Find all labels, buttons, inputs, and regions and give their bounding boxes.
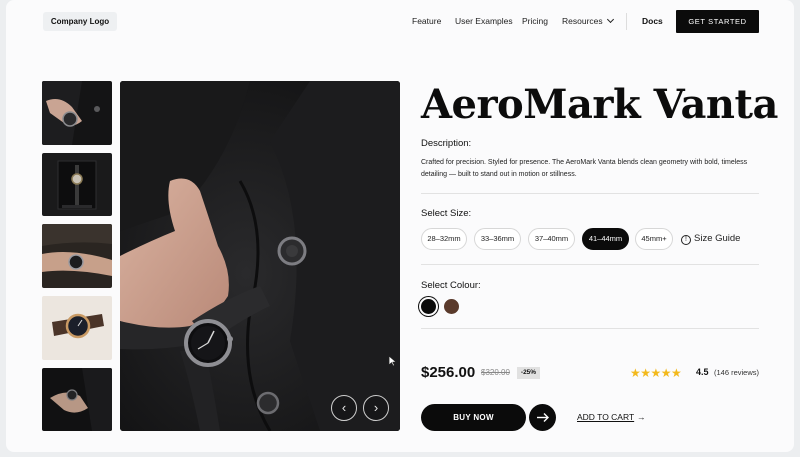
thumbnail-image-1: [42, 81, 112, 145]
mouse-cursor-icon: [388, 355, 397, 367]
description-label: Description:: [421, 138, 472, 149]
gallery-prev-button[interactable]: ‹: [331, 395, 357, 421]
size-guide-link[interactable]: ! Size Guide: [681, 233, 740, 245]
nav-link-resources[interactable]: Resources: [562, 15, 614, 27]
product-price: $256.00: [421, 364, 476, 381]
arrow-right-icon: [537, 413, 549, 422]
buy-now-button[interactable]: BUY NOW: [421, 404, 526, 431]
discount-badge: -25%: [517, 367, 540, 379]
get-started-button[interactable]: GET STARTED: [676, 10, 759, 33]
divider: [421, 193, 759, 194]
gallery-thumbnail-2[interactable]: [42, 153, 112, 216]
divider: [421, 328, 759, 329]
nav-link-docs[interactable]: Docs: [642, 16, 663, 27]
gallery-thumbnail-1[interactable]: [42, 81, 112, 145]
size-option-45-plus[interactable]: 45mm+: [635, 228, 673, 250]
thumbnail-image-2: [42, 153, 112, 216]
gallery-thumbnail-3[interactable]: [42, 224, 112, 288]
add-to-cart-link[interactable]: ADD TO CART →: [577, 412, 646, 423]
colour-swatch-black-selected[interactable]: [421, 299, 436, 314]
product-main-image: [120, 81, 400, 431]
gallery-thumbnail-5[interactable]: [42, 368, 112, 431]
rating-value: 4.5: [696, 367, 709, 377]
nav-link-pricing[interactable]: Pricing: [522, 16, 548, 27]
size-option-41-44-selected[interactable]: 41–44mm: [582, 228, 629, 250]
info-icon: !: [681, 235, 691, 245]
nav-link-feature[interactable]: Feature: [412, 16, 441, 27]
gallery-next-button[interactable]: ›: [363, 395, 389, 421]
rating-stars-icon: ★★★★★: [630, 366, 682, 380]
product-photo: [120, 81, 400, 431]
colour-swatch-brown[interactable]: [444, 299, 459, 314]
thumbnail-image-3: [42, 224, 112, 288]
select-size-label: Select Size:: [421, 208, 472, 219]
size-option-37-40[interactable]: 37–40mm: [528, 228, 575, 250]
thumbnail-image-4: [42, 296, 112, 360]
gallery-thumbnail-4[interactable]: [42, 296, 112, 360]
size-option-28-32[interactable]: 28–32mm: [421, 228, 467, 250]
thumbnail-image-5: [42, 368, 112, 431]
buy-now-arrow-button[interactable]: [529, 404, 556, 431]
add-to-cart-label: ADD TO CART: [577, 412, 635, 422]
company-logo[interactable]: Company Logo: [43, 12, 117, 31]
original-price: $320.00: [481, 368, 510, 377]
nav-link-resources-label: Resources: [562, 16, 603, 26]
size-guide-label: Size Guide: [694, 233, 741, 244]
product-title: AeroMark Vanta: [421, 81, 778, 128]
nav-divider: [626, 13, 627, 30]
review-count[interactable]: (146 reviews): [714, 368, 759, 378]
divider: [421, 264, 759, 265]
arrow-right-icon: →: [637, 412, 646, 422]
nav-link-user-examples[interactable]: User Examples: [455, 16, 513, 27]
select-colour-label: Select Colour:: [421, 280, 481, 291]
chevron-down-icon: [606, 15, 614, 24]
product-description: Crafted for precision. Styled for presen…: [421, 159, 748, 178]
size-option-33-36[interactable]: 33–36mm: [474, 228, 521, 250]
